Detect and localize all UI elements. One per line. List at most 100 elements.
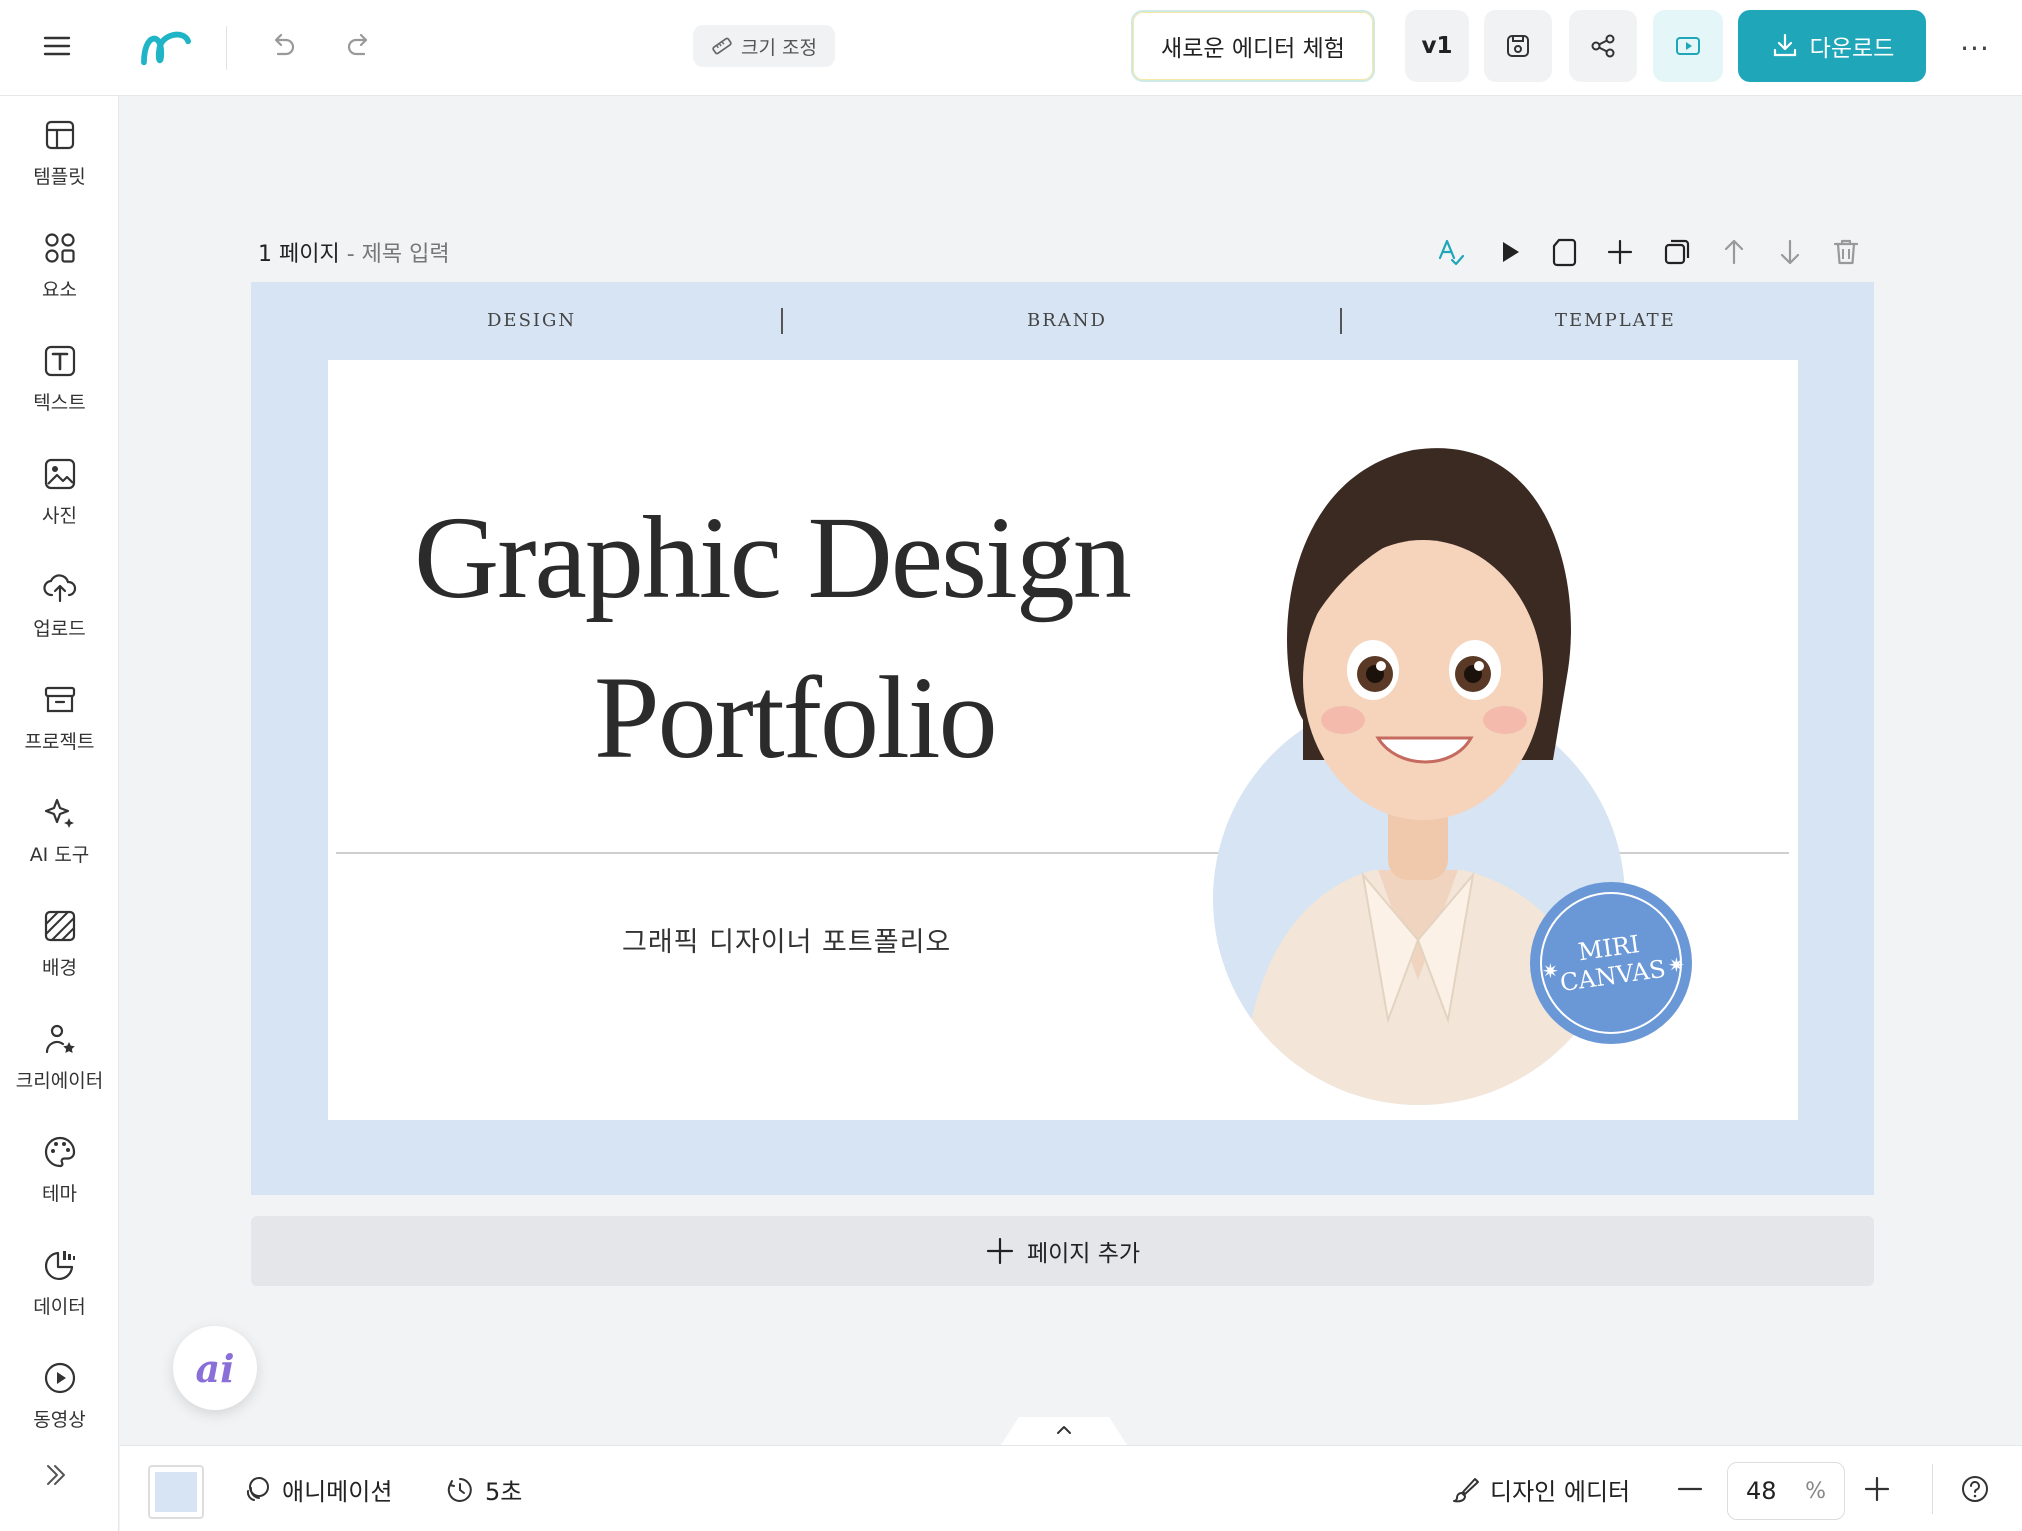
- canvas-top-band: DESIGN BRAND TEMPLATE: [251, 282, 1874, 360]
- timer-icon: [447, 1477, 472, 1502]
- duplicate-page-button[interactable]: [1657, 232, 1697, 272]
- sidebar-item-background[interactable]: 배경: [0, 907, 118, 1003]
- sidebar-expand-button[interactable]: [36, 1455, 76, 1495]
- version-button[interactable]: v1: [1405, 10, 1469, 82]
- page-title-bar: 1 페이지 - 제목 입력: [258, 236, 450, 268]
- delete-page-button[interactable]: [1826, 232, 1866, 272]
- resize-button[interactable]: 크기 조정: [693, 25, 835, 67]
- sidebar-item-data[interactable]: 데이터: [0, 1246, 118, 1342]
- template-icon: [45, 120, 74, 150]
- top-word-design[interactable]: DESIGN: [487, 310, 576, 331]
- present-button[interactable]: [1653, 10, 1723, 82]
- sidebar-item-text[interactable]: 텍스트: [0, 342, 118, 438]
- zoom-in-button[interactable]: [1862, 1474, 1892, 1504]
- top-toolbar: 크기 조정 새로운 에디터 체험 v1 다운로드 ···: [0, 0, 2022, 96]
- ruler-icon: [712, 37, 732, 55]
- ai-sparkle-icon: ai: [195, 1345, 235, 1391]
- page-title-input[interactable]: 제목 입력: [362, 242, 450, 267]
- ai-assistant-button[interactable]: ai: [173, 1326, 257, 1410]
- more-options-button[interactable]: ···: [1950, 26, 2000, 70]
- video-icon: [44, 1362, 75, 1394]
- design-title-line1[interactable]: Graphic Design: [414, 490, 1132, 626]
- elements-icon: [44, 233, 75, 263]
- redo-icon: [347, 33, 368, 56]
- bottom-panel-toggle[interactable]: [1001, 1417, 1127, 1445]
- move-page-up-button[interactable]: [1714, 232, 1754, 272]
- sidebar-item-label: 프로젝트: [24, 731, 95, 753]
- sidebar-item-label: 사진: [42, 505, 77, 527]
- logo[interactable]: [136, 20, 198, 76]
- undo-icon: [274, 33, 295, 56]
- move-page-down-button[interactable]: [1770, 232, 1810, 272]
- page-number-label: 1 페이지: [258, 242, 340, 267]
- sidebar-item-photo[interactable]: 사진: [0, 455, 118, 551]
- sidebar-item-ai-tools[interactable]: AI 도구: [0, 794, 118, 890]
- sidebar-item-theme[interactable]: 테마: [0, 1133, 118, 1229]
- top-word-brand[interactable]: BRAND: [1027, 310, 1107, 331]
- arrow-up-icon: [1724, 239, 1744, 265]
- upload-icon: [42, 574, 76, 603]
- chart-icon: [44, 1251, 75, 1280]
- help-icon: [1962, 1476, 1988, 1502]
- sidebar-item-upload[interactable]: 업로드: [0, 568, 118, 664]
- try-new-editor-label: 새로운 에디터 체험: [1161, 36, 1345, 62]
- zoom-unit: %: [1805, 1478, 1826, 1504]
- download-button[interactable]: 다운로드: [1738, 10, 1926, 82]
- redo-button[interactable]: [329, 16, 389, 76]
- design-editor-label: 디자인 에디터: [1490, 1478, 1631, 1506]
- try-new-editor-button[interactable]: 새로운 에디터 체험: [1131, 10, 1375, 82]
- sidebar-item-video[interactable]: 동영상: [0, 1359, 118, 1455]
- top-word-separator: [1340, 308, 1342, 334]
- sidebar-item-label: 테마: [42, 1183, 77, 1205]
- zoom-out-button[interactable]: [1675, 1474, 1705, 1504]
- hamburger-menu-button[interactable]: [27, 16, 87, 76]
- save-button[interactable]: [1484, 10, 1552, 82]
- help-button[interactable]: [1960, 1474, 1990, 1504]
- spellcheck-button[interactable]: [1431, 232, 1471, 272]
- sidebar-item-label: 요소: [42, 279, 77, 301]
- toolbar-divider: [1932, 1464, 1933, 1514]
- sidebar-item-label: 동영상: [33, 1409, 86, 1431]
- sidebar-item-elements[interactable]: 요소: [0, 229, 118, 325]
- page-icon: [1552, 238, 1577, 267]
- add-page-icon-button[interactable]: [1600, 232, 1640, 272]
- sidebar-item-creator[interactable]: 크리에이터: [0, 1020, 118, 1116]
- menu-icon: [43, 36, 71, 56]
- sidebar-item-project[interactable]: 프로젝트: [0, 681, 118, 777]
- project-icon: [44, 686, 75, 713]
- play-screen-icon: [1676, 37, 1700, 55]
- page-memo-button[interactable]: [1544, 232, 1584, 272]
- miri-canvas-badge[interactable]: MIRI CANVAS ✷ ✷: [1528, 880, 1694, 1046]
- star-icon: ✷: [1542, 959, 1559, 983]
- duration-button[interactable]: 5초: [445, 1472, 522, 1507]
- design-editor-button[interactable]: 디자인 에디터: [1450, 1472, 1630, 1507]
- page-title-separator: -: [339, 242, 362, 267]
- design-title-line2[interactable]: Portfolio: [594, 650, 998, 786]
- sidebar-item-template[interactable]: 템플릿: [0, 116, 118, 212]
- undo-button[interactable]: [253, 16, 313, 76]
- photo-icon: [44, 458, 75, 490]
- background-color-swatch[interactable]: [148, 1465, 204, 1519]
- play-icon: [1503, 242, 1519, 262]
- double-chevron-right-icon: [47, 1465, 65, 1485]
- zoom-input[interactable]: 48 %: [1727, 1462, 1845, 1520]
- download-icon: [1773, 33, 1796, 57]
- add-page-button[interactable]: 페이지 추가: [251, 1216, 1874, 1286]
- bottom-toolbar: 애니메이션 5초 디자인 에디터 48 %: [120, 1445, 2022, 1531]
- star-icon: ✷: [1668, 953, 1685, 977]
- design-canvas[interactable]: DESIGN BRAND TEMPLATE Graphic Design Por…: [251, 282, 1874, 1195]
- plus-icon: [1864, 1476, 1890, 1502]
- share-button[interactable]: [1569, 10, 1637, 82]
- duration-label: 5초: [485, 1478, 523, 1506]
- palette-icon: [44, 1136, 75, 1168]
- sidebar-item-label: 배경: [42, 957, 77, 979]
- design-card[interactable]: Graphic Design Portfolio 그래픽 디자이너 포트폴리오: [328, 360, 1798, 1120]
- design-subtitle[interactable]: 그래픽 디자이너 포트폴리오: [622, 920, 951, 959]
- animation-icon: [246, 1476, 269, 1501]
- animation-button[interactable]: 애니메이션: [242, 1472, 392, 1507]
- arrow-down-icon: [1780, 239, 1800, 265]
- top-word-template[interactable]: TEMPLATE: [1555, 310, 1676, 331]
- brush-icon: [1453, 1477, 1479, 1502]
- play-page-button[interactable]: [1489, 232, 1529, 272]
- share-icon: [1591, 34, 1615, 58]
